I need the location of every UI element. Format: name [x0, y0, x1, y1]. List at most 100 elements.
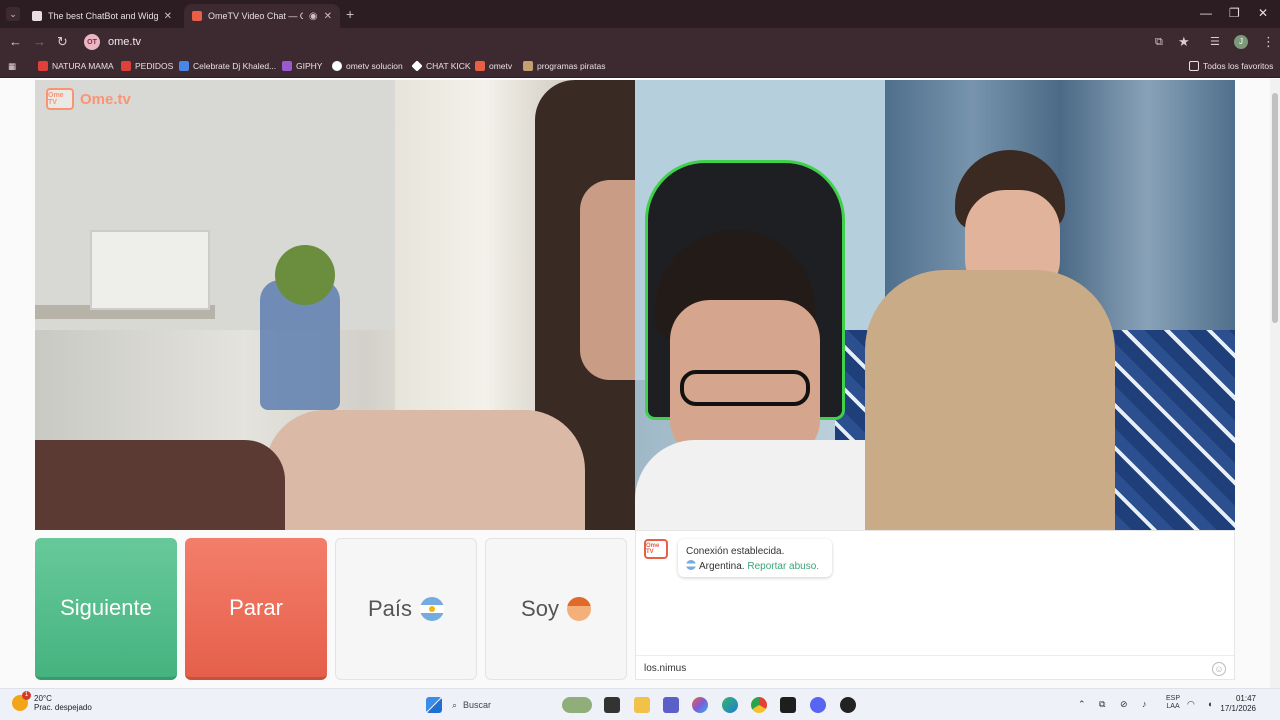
- chat-message-input[interactable]: [644, 663, 1212, 674]
- chat-input-bar: ☺: [636, 655, 1234, 681]
- url-text[interactable]: ome.tv: [108, 36, 141, 48]
- tab-ometv[interactable]: OmeTV Video Chat — Ome ◉ ✕: [184, 4, 340, 28]
- boy-face-icon: [566, 597, 591, 621]
- back-icon[interactable]: ←: [9, 34, 22, 50]
- taskbar-search[interactable]: ⌕ Buscar: [452, 695, 562, 715]
- bookmarks-bar: ▦ NATURA MAMA PEDIDOS Celebrate Dj Khale…: [0, 56, 1280, 78]
- tab-search-icon[interactable]: ⌄: [6, 7, 20, 21]
- language-indicator[interactable]: ESP LAA: [1166, 695, 1180, 711]
- search-icon: ⌕: [452, 699, 458, 710]
- bookmark-natura-mama[interactable]: NATURA MAMA: [38, 61, 114, 71]
- bookmark-ometv-solucion[interactable]: ometv solucion: [332, 61, 403, 71]
- weather-widget[interactable]: 1 20°C Prac. despejado: [12, 691, 92, 712]
- bookmark-giphy[interactable]: GIPHY: [282, 61, 322, 71]
- task-view-icon[interactable]: [604, 697, 620, 713]
- windows-taskbar: 1 20°C Prac. despejado ⌕ Buscar ⌃ ⧉ ⊘ ♪ …: [0, 688, 1280, 720]
- new-tab-icon[interactable]: +: [346, 6, 354, 22]
- page-scrollbar[interactable]: [1270, 79, 1280, 688]
- clock-time: 01:47: [1235, 694, 1256, 703]
- chrome-icon[interactable]: [751, 697, 767, 713]
- apps-grid-icon[interactable]: ▦: [8, 61, 16, 72]
- next-button-label: Siguiente: [60, 594, 152, 620]
- bookmark-icon: [38, 61, 48, 71]
- chat-panel: Ome TV Conexión establecida. Argentina. …: [635, 530, 1235, 680]
- stop-button[interactable]: Parar: [185, 538, 327, 680]
- bookmark-programas-piratas[interactable]: programas piratas: [523, 61, 606, 71]
- bookmark-icon: [411, 60, 423, 72]
- clock-date: 17/1/2026: [1220, 704, 1256, 713]
- folder-icon: [1189, 61, 1199, 71]
- bookmark-icon: [475, 61, 485, 71]
- ometv-logo: Ome TV Ome.tv: [46, 88, 131, 110]
- video-arm: [265, 410, 585, 530]
- scrollbar-thumb[interactable]: [1272, 93, 1278, 323]
- video-person-face: [580, 180, 635, 380]
- video-plant: [275, 245, 335, 305]
- emoji-icon[interactable]: ☺: [1212, 661, 1226, 676]
- windows-start-icon[interactable]: [426, 697, 442, 713]
- bookmark-star-icon[interactable]: ★: [1178, 34, 1190, 50]
- reload-icon[interactable]: ↻: [57, 34, 68, 50]
- weather-description: Prac. despejado: [34, 703, 92, 712]
- chatbot-favicon-icon: [32, 11, 42, 21]
- weather-sun-icon: 1: [12, 691, 31, 711]
- argentina-flag-icon: [420, 597, 445, 621]
- report-abuse-link[interactable]: Reportar abuso.: [747, 561, 819, 572]
- country-filter-button[interactable]: País: [335, 538, 477, 680]
- reading-list-icon[interactable]: ☰: [1210, 34, 1220, 50]
- gender-button-label: Soy: [521, 596, 559, 621]
- address-bar[interactable]: OT ome.tv: [80, 30, 1190, 54]
- close-tab-icon[interactable]: ✕: [324, 11, 332, 22]
- bookmark-celebrate[interactable]: Celebrate Dj Khaled...: [179, 61, 276, 71]
- teams-icon[interactable]: [663, 697, 679, 713]
- edge-icon[interactable]: [722, 697, 738, 713]
- argentina-flag-icon: [686, 560, 696, 570]
- partner-country-line: Argentina. Reportar abuso.: [686, 559, 824, 574]
- forward-icon[interactable]: →: [33, 34, 46, 50]
- tab-title: The best ChatBot and Widgets: [48, 11, 158, 21]
- ometv-logo-text: Ome.tv: [80, 90, 131, 108]
- maximize-icon[interactable]: ❐: [1229, 6, 1240, 20]
- app-icon[interactable]: [780, 697, 796, 713]
- ometv-tv-icon: Ome TV: [46, 88, 74, 110]
- file-explorer-icon[interactable]: [634, 697, 650, 713]
- video-glasses: [680, 370, 810, 406]
- network-icon[interactable]: ⧉: [1099, 699, 1105, 710]
- wifi-icon[interactable]: ◠: [1187, 699, 1195, 710]
- close-tab-icon[interactable]: ✕: [164, 11, 172, 22]
- all-bookmarks-folder[interactable]: Todos los favoritos: [1189, 61, 1273, 71]
- bookmark-icon: [332, 61, 342, 71]
- install-app-icon[interactable]: ⧉: [1155, 34, 1163, 50]
- tab-title: OmeTV Video Chat — Ome: [208, 11, 303, 21]
- copilot-icon[interactable]: [692, 697, 708, 713]
- minimize-icon[interactable]: —: [1200, 6, 1212, 20]
- ometv-favicon-icon: [192, 11, 202, 21]
- recording-icon: ◉: [308, 10, 318, 22]
- system-message: Conexión establecida. Argentina. Reporta…: [678, 539, 832, 577]
- tab-chatbot[interactable]: The best ChatBot and Widgets ✕: [24, 4, 180, 28]
- bookmark-chat-kick[interactable]: CHAT KICK: [411, 60, 471, 72]
- obs-icon[interactable]: [840, 697, 856, 713]
- volume-icon[interactable]: ◖: [1207, 699, 1212, 709]
- profile-avatar-icon[interactable]: J: [1234, 35, 1248, 49]
- menu-dots-icon[interactable]: ⋮: [1262, 34, 1275, 50]
- site-info-icon[interactable]: OT: [84, 34, 100, 50]
- browser-tab-bar: ⌄ The best ChatBot and Widgets ✕ OmeTV V…: [0, 0, 1280, 28]
- clock[interactable]: 01:47 17/1/2026: [1220, 694, 1256, 714]
- video-microwave: [90, 230, 210, 310]
- weather-text: 20°C Prac. despejado: [34, 694, 92, 712]
- next-button[interactable]: Siguiente: [35, 538, 177, 680]
- microphone-icon[interactable]: ♪: [1142, 699, 1147, 709]
- bookmark-icon: [282, 61, 292, 71]
- display-icon[interactable]: ⊘: [1120, 699, 1128, 710]
- discord-icon[interactable]: [810, 697, 826, 713]
- stranger-video: [35, 80, 635, 530]
- bookmark-ometv[interactable]: ometv: [475, 61, 512, 71]
- partner-country: Argentina.: [699, 561, 745, 572]
- gender-select-button[interactable]: Soy: [485, 538, 627, 680]
- bookmark-pedidos[interactable]: PEDIDOS: [121, 61, 173, 71]
- widgets-icon[interactable]: [562, 697, 592, 713]
- show-hidden-icons-icon[interactable]: ⌃: [1078, 699, 1086, 710]
- stop-button-label: Parar: [229, 594, 283, 620]
- close-window-icon[interactable]: ✕: [1258, 6, 1268, 20]
